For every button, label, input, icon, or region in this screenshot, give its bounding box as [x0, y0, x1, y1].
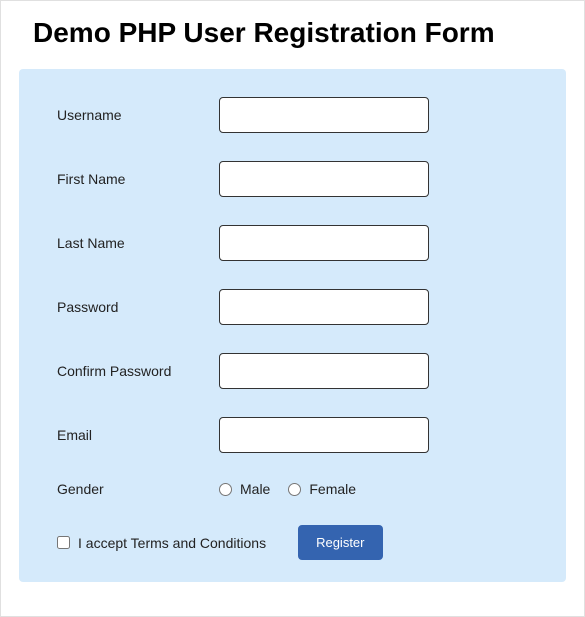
firstname-row: First Name [49, 161, 536, 197]
password-row: Password [49, 289, 536, 325]
terms-row: I accept Terms and Conditions Register [49, 525, 536, 560]
confirm-password-label: Confirm Password [49, 363, 219, 379]
terms-label-wrapper: I accept Terms and Conditions [57, 535, 266, 551]
username-label: Username [49, 107, 219, 123]
gender-male-label: Male [240, 481, 270, 497]
terms-label: I accept Terms and Conditions [78, 535, 266, 551]
username-row: Username [49, 97, 536, 133]
page-title: Demo PHP User Registration Form [19, 1, 566, 69]
firstname-label: First Name [49, 171, 219, 187]
firstname-input[interactable] [219, 161, 429, 197]
gender-label: Gender [49, 481, 219, 497]
username-input[interactable] [219, 97, 429, 133]
email-row: Email [49, 417, 536, 453]
gender-male-radio[interactable] [219, 483, 232, 496]
register-button[interactable]: Register [298, 525, 382, 560]
terms-checkbox[interactable] [57, 536, 70, 549]
password-label: Password [49, 299, 219, 315]
password-input[interactable] [219, 289, 429, 325]
gender-row: Gender Male Female [49, 481, 536, 497]
email-input[interactable] [219, 417, 429, 453]
gender-male-option: Male [219, 481, 270, 497]
email-label: Email [49, 427, 219, 443]
gender-female-radio[interactable] [288, 483, 301, 496]
lastname-input[interactable] [219, 225, 429, 261]
gender-options: Male Female [219, 481, 366, 497]
lastname-row: Last Name [49, 225, 536, 261]
confirm-password-row: Confirm Password [49, 353, 536, 389]
gender-female-option: Female [288, 481, 356, 497]
confirm-password-input[interactable] [219, 353, 429, 389]
registration-form-panel: Username First Name Last Name Password C… [19, 69, 566, 582]
page-container: Demo PHP User Registration Form Username… [1, 1, 584, 600]
lastname-label: Last Name [49, 235, 219, 251]
gender-female-label: Female [309, 481, 356, 497]
